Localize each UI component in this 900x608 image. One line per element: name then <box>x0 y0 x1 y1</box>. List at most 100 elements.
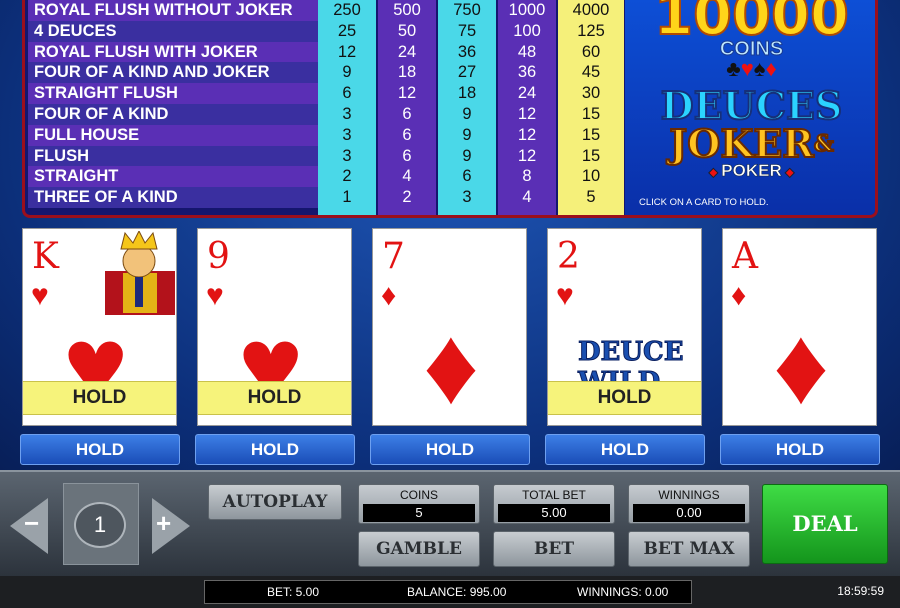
heart-icon: ♥ <box>206 279 224 312</box>
card-4[interactable]: 2 ♥ DEUCE WILD HOLD <box>547 228 702 426</box>
bet-max-button[interactable]: BET MAX <box>628 531 750 567</box>
heart-icon: ♥ <box>556 279 574 312</box>
payout-value: 15 <box>581 146 601 165</box>
payout-value: 36 <box>517 63 537 82</box>
card-3[interactable]: 7 ♦ ♦ <box>372 228 527 426</box>
game-logo: 10000 COINS ♣♥♠♦ DEUCES JOKER& ◆ POKER ◆… <box>625 0 875 215</box>
logo-subtitle: ◆ POKER ◆ <box>625 161 875 181</box>
status-bet: BET: 5.00 <box>267 585 320 599</box>
payout-value: 9 <box>342 63 352 82</box>
payout-value: 12 <box>517 146 537 165</box>
payout-value: 100 <box>513 21 541 40</box>
coins-value: 5 <box>363 504 475 522</box>
paytable-column-1-coin: 250 25 12 9 6 3 3 3 2 1 <box>318 0 376 215</box>
payout-value: 12 <box>517 104 537 123</box>
paytable-column-3-coins: 750 75 36 27 18 9 9 9 6 3 <box>438 0 496 215</box>
logo-title-joker-text: JOKER <box>668 121 815 166</box>
payout-value: 6 <box>402 125 412 144</box>
paytable-hand-name: FULL HOUSE <box>28 124 340 146</box>
payout-value: 3 <box>462 188 472 207</box>
card-rank: 7 <box>382 236 405 277</box>
payout-value: 24 <box>397 42 417 61</box>
payout-value: 4 <box>402 167 412 186</box>
total-bet-label: TOTAL BET <box>522 488 586 502</box>
logo-title-deuces: DEUCES <box>660 83 844 128</box>
payout-value: 60 <box>581 42 601 61</box>
heart-icon: ♥ <box>31 279 49 312</box>
paytable-hand-name: ROYAL FLUSH WITHOUT JOKER <box>28 0 340 21</box>
payout-value: 125 <box>577 21 605 40</box>
payout-value: 9 <box>462 146 472 165</box>
payout-value: 6 <box>402 104 412 123</box>
payout-value: 2 <box>402 188 412 207</box>
hold-hint: CLICK ON A CARD TO HOLD. <box>639 197 769 208</box>
payout-value: 4 <box>522 188 532 207</box>
gamble-button[interactable]: GAMBLE <box>358 531 480 567</box>
king-face-icon <box>105 231 175 315</box>
payout-value: 4000 <box>572 1 610 19</box>
payout-value: 18 <box>397 63 417 82</box>
autoplay-button[interactable]: AUTOPLAY <box>208 484 342 520</box>
payout-value: 3 <box>342 146 352 165</box>
payout-value: 18 <box>457 84 477 103</box>
paytable: ROYAL FLUSH WITHOUT JOKER 4 DEUCES ROYAL… <box>22 0 878 218</box>
payout-value: 12 <box>397 84 417 103</box>
paytable-column-2-coins: 500 50 24 18 12 6 6 6 4 2 <box>378 0 436 215</box>
payout-value: 1 <box>342 188 352 207</box>
deal-button[interactable]: DEAL <box>762 484 888 564</box>
paytable-hand-name: STRAIGHT <box>28 166 340 188</box>
hold-button-2[interactable]: HOLD <box>195 434 355 465</box>
payout-value: 30 <box>581 84 601 103</box>
status-balance: BALANCE: 995.00 <box>407 585 507 599</box>
logo-ampersand: & <box>813 130 835 158</box>
payout-value: 3 <box>342 125 352 144</box>
payout-value: 6 <box>402 146 412 165</box>
logo-subtitle-text: POKER <box>721 161 782 180</box>
diamond-icon: ♦ <box>423 304 480 426</box>
payout-value: 12 <box>337 42 357 61</box>
payout-value: 75 <box>457 21 477 40</box>
diamond-icon: ◆ <box>781 165 795 180</box>
payout-value: 5 <box>586 188 596 207</box>
hold-button-3[interactable]: HOLD <box>370 434 530 465</box>
winnings-label: WINNINGS <box>658 488 720 502</box>
diamond-icon: ◆ <box>708 165 722 180</box>
payout-value: 500 <box>393 1 421 19</box>
card-rank: 2 <box>557 236 580 277</box>
payout-value: 1000 <box>508 1 546 19</box>
hold-button-1[interactable]: HOLD <box>20 434 180 465</box>
payout-value: 25 <box>337 21 357 40</box>
diamond-icon: ♦ <box>731 279 747 312</box>
diamond-icon: ♦ <box>773 304 830 426</box>
payout-value: 15 <box>581 104 601 123</box>
coins-label: COINS <box>399 488 438 502</box>
bet-button[interactable]: BET <box>493 531 615 567</box>
total-bet-meter: TOTAL BET 5.00 <box>493 484 615 524</box>
card-1[interactable]: K ♥ ♥ HOLD <box>22 228 177 426</box>
payout-value: 6 <box>462 167 472 186</box>
payout-value: 10 <box>581 167 601 186</box>
payout-value: 36 <box>457 42 477 61</box>
paytable-hand-name: FOUR OF A KIND <box>28 103 340 125</box>
jackpot-amount: 10000 <box>653 0 850 48</box>
payout-value: 15 <box>581 125 601 144</box>
minus-icon: − <box>24 508 40 538</box>
payout-value: 48 <box>517 42 537 61</box>
card-5[interactable]: A ♦ ♦ <box>722 228 877 426</box>
paytable-hand-name: FOUR OF A KIND AND JOKER <box>28 62 340 84</box>
payout-value: 8 <box>522 167 532 186</box>
card-2[interactable]: 9 ♥ ♥ HOLD <box>197 228 352 426</box>
suits-icon: ♣♥♠♦ <box>726 56 777 81</box>
payout-value: 3 <box>342 104 352 123</box>
winnings-meter: WINNINGS 0.00 <box>628 484 750 524</box>
hold-button-4[interactable]: HOLD <box>545 434 705 465</box>
paytable-hand-name: ROYAL FLUSH WITH JOKER <box>28 41 340 63</box>
status-readout: BET: 5.00 BALANCE: 995.00 WINNINGS: 0.00 <box>204 580 692 604</box>
hold-button-5[interactable]: HOLD <box>720 434 880 465</box>
bet-level-value: 1 <box>74 502 126 548</box>
paytable-hands: ROYAL FLUSH WITHOUT JOKER 4 DEUCES ROYAL… <box>28 0 340 215</box>
payout-value: 45 <box>581 63 601 82</box>
held-indicator: HOLD <box>198 381 351 415</box>
clock: 18:59:59 <box>837 584 884 598</box>
paytable-column-4-coins: 1000 100 48 36 24 12 12 12 8 4 <box>498 0 556 215</box>
